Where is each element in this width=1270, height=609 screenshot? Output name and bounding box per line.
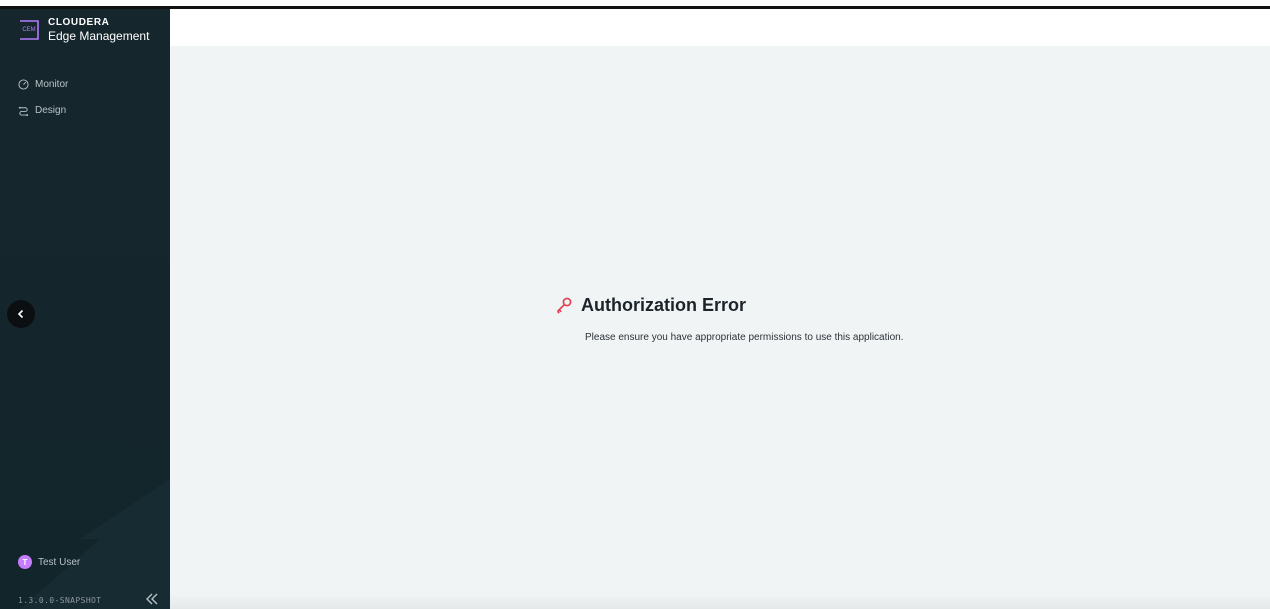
brand-name-top: CLOUDERA: [48, 17, 110, 28]
user-name: Test User: [38, 556, 81, 568]
brand-logo[interactable]: CEM CLOUDERA Edge Management: [18, 15, 149, 45]
cem-badge-label: CEM: [22, 27, 35, 33]
error-heading: Authorization Error: [555, 292, 925, 318]
gauge-icon: [18, 78, 29, 90]
brand-text: CLOUDERA Edge Management: [48, 17, 150, 43]
version-label: 1.3.0.0-SNAPSHOT: [18, 596, 102, 605]
cem-badge-icon: CEM: [20, 20, 39, 40]
sidebar-item-design[interactable]: Design: [18, 97, 158, 123]
sidebar-item-label: Design: [35, 104, 67, 116]
authorization-error-panel: Authorization Error Please ensure you ha…: [555, 292, 925, 355]
collapse-sidebar-icon[interactable]: [144, 591, 160, 607]
top-bar: [170, 9, 1270, 47]
sidebar-nav: Monitor Design: [18, 71, 158, 123]
user-menu[interactable]: T Test User: [18, 555, 80, 569]
main-bottom-shade: [170, 596, 1270, 609]
key-icon: [556, 297, 572, 314]
brand-name-bottom: Edge Management: [48, 29, 150, 43]
avatar: T: [18, 555, 32, 569]
design-icon: [18, 106, 29, 116]
sidebar-item-label: Monitor: [35, 78, 69, 90]
error-title: Authorization Error: [581, 294, 746, 315]
error-message: Please ensure you have appropriate permi…: [585, 332, 904, 343]
background-bolt-graphic: [20, 479, 170, 609]
chevron-left-icon: [17, 309, 24, 319]
sidebar-item-monitor[interactable]: Monitor: [18, 71, 158, 97]
sidebar-toggle-button[interactable]: [7, 300, 35, 328]
